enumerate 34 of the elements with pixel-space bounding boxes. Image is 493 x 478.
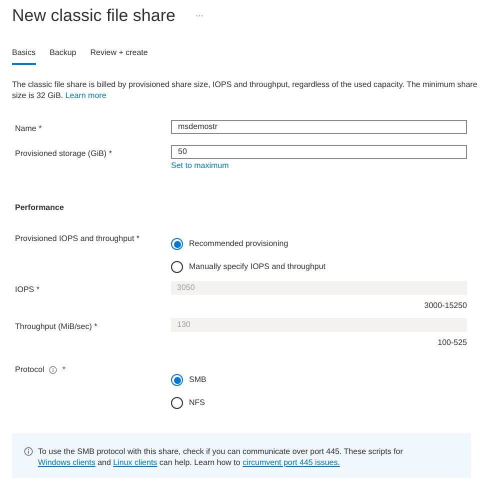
radio-button[interactable] bbox=[171, 238, 183, 250]
field-label: Provisioned storage (GiB) * bbox=[14, 148, 113, 160]
radio-label[interactable]: Recommended provisioning bbox=[189, 238, 288, 250]
range-text: 3000-15250 bbox=[424, 300, 467, 312]
link[interactable]: Linux clients bbox=[113, 458, 158, 467]
tab[interactable]: Backup bbox=[50, 47, 76, 65]
link[interactable]: Learn more bbox=[65, 91, 106, 100]
page-title: New classic file share bbox=[12, 5, 176, 28]
section-heading: Performance bbox=[14, 202, 65, 214]
field-label: Provisioned IOPS and throughput * bbox=[14, 233, 141, 245]
range-text: 100-525 bbox=[438, 337, 467, 349]
info-icon[interactable] bbox=[24, 447, 33, 456]
field-label: Protocol bbox=[15, 364, 44, 376]
input-field[interactable]: 50 bbox=[171, 145, 467, 159]
tab[interactable]: Review + create bbox=[90, 47, 148, 65]
required-mark: * bbox=[62, 364, 66, 376]
input-field[interactable]: msdemostr bbox=[171, 120, 467, 134]
description-text: The classic file share is billed by provisioned share size, IOPS and throughput, regardless of the used capacity. The minimum share size is 32 GiB. Learn more bbox=[12, 79, 478, 101]
radio-label[interactable]: Manually specify IOPS and throughput bbox=[189, 261, 326, 273]
info-text: To use the SMB protocol with this share, check if you can communicate over port 445. These scripts for Windows clients and Linux clients can help. Learn how to circumvent port 445 issues. bbox=[38, 446, 404, 468]
tab[interactable]: Basics bbox=[12, 47, 36, 65]
field-label: Throughput (MiB/sec) * bbox=[14, 321, 98, 333]
field-label: Name * bbox=[14, 123, 43, 135]
info-icon[interactable] bbox=[49, 366, 58, 374]
field-label: IOPS * bbox=[14, 284, 40, 296]
link[interactable]: circumvent port 445 issues. bbox=[242, 458, 340, 467]
link[interactable]: Windows clients bbox=[38, 458, 96, 467]
more-button[interactable]: ··· bbox=[195, 10, 204, 22]
radio-button[interactable] bbox=[171, 261, 183, 273]
link[interactable]: Set to maximum bbox=[171, 160, 229, 172]
radio-button[interactable] bbox=[171, 374, 183, 386]
radio-button[interactable] bbox=[171, 397, 183, 409]
radio-label[interactable]: SMB bbox=[189, 374, 206, 386]
radio-label[interactable]: NFS bbox=[189, 397, 205, 409]
